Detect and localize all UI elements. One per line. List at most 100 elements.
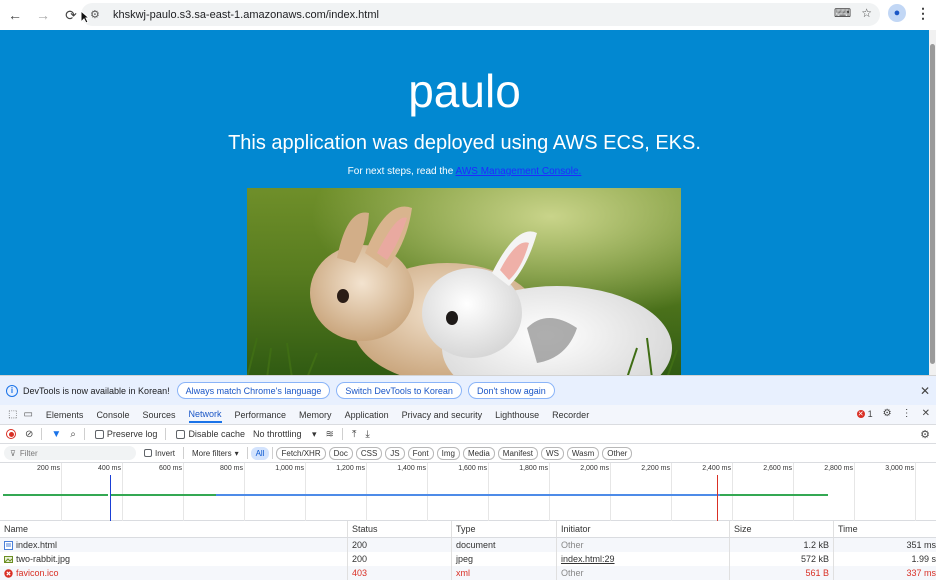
filter-chip-all[interactable]: All bbox=[250, 446, 270, 460]
tab-recorder[interactable]: Recorder bbox=[552, 410, 589, 420]
device-toolbar-icon[interactable]: ▭ bbox=[23, 409, 32, 420]
filter-chip-other[interactable]: Other bbox=[602, 446, 633, 460]
close-devtools-icon[interactable]: ✕ bbox=[922, 408, 930, 419]
filter-chip-wasm[interactable]: Wasm bbox=[566, 446, 600, 460]
request-type: xml bbox=[452, 566, 557, 580]
aws-console-link[interactable]: AWS Management Console. bbox=[456, 166, 582, 177]
tab-privacy-security[interactable]: Privacy and security bbox=[402, 410, 483, 420]
request-time: 337 ms bbox=[906, 568, 936, 578]
table-row[interactable]: index.html 200 document Other 1.2 kB 351… bbox=[0, 538, 936, 552]
network-settings-icon[interactable]: ⚙ bbox=[920, 428, 930, 441]
request-initiator[interactable]: index.html:29 bbox=[557, 552, 730, 566]
col-header-status[interactable]: Status bbox=[348, 521, 452, 537]
request-name-cell[interactable]: favicon.ico bbox=[0, 566, 348, 580]
filter-chip-font[interactable]: Font bbox=[407, 446, 434, 460]
network-conditions-icon[interactable]: ≋ bbox=[326, 429, 334, 440]
filter-chip-ws[interactable]: WS bbox=[541, 446, 564, 460]
filter-chip-fetch-xhr[interactable]: Fetch/XHR bbox=[276, 446, 326, 460]
request-name-cell[interactable]: index.html bbox=[0, 538, 348, 552]
profile-avatar-icon[interactable]: ● bbox=[888, 4, 906, 22]
dom-content-loaded-line bbox=[110, 475, 111, 521]
initiator-link[interactable]: index.html:29 bbox=[561, 554, 615, 564]
tab-network[interactable]: Network bbox=[188, 409, 222, 423]
clear-icon[interactable]: ⊘ bbox=[25, 429, 33, 440]
devtools-menu-icon[interactable]: ⋮ bbox=[902, 408, 912, 419]
throttling-select[interactable]: No throttling ▾ bbox=[253, 429, 317, 440]
tab-lighthouse[interactable]: Lighthouse bbox=[495, 410, 539, 420]
invert-checkbox[interactable]: Invert bbox=[144, 449, 175, 458]
divider bbox=[165, 428, 167, 440]
next-steps-prefix: For next steps, read the bbox=[347, 166, 456, 177]
col-header-type[interactable]: Type bbox=[452, 521, 557, 537]
checkbox-box[interactable] bbox=[144, 449, 152, 457]
filter-chip-manifest[interactable]: Manifest bbox=[497, 446, 539, 460]
request-name-cell[interactable]: two-rabbit.jpg bbox=[0, 552, 348, 566]
page-scrollbar-thumb[interactable] bbox=[930, 44, 935, 364]
divider bbox=[41, 428, 43, 440]
address-url[interactable]: khskwj-paulo.s3.sa-east-1.amazonaws.com/… bbox=[113, 9, 379, 21]
back-arrow-icon[interactable]: ← bbox=[4, 4, 26, 26]
request-initiator: Other bbox=[557, 566, 730, 580]
forward-arrow-icon[interactable]: → bbox=[32, 4, 54, 26]
tab-performance[interactable]: Performance bbox=[235, 410, 287, 420]
browser-menu-icon[interactable]: ⋮ bbox=[916, 5, 930, 22]
filter-chip-img[interactable]: Img bbox=[436, 446, 460, 460]
error-count: 1 bbox=[867, 408, 873, 419]
table-row[interactable]: two-rabbit.jpg 200 jpeg index.html:29 57… bbox=[0, 552, 936, 566]
table-row[interactable]: favicon.ico 403 xml Other 561 B 337 ms bbox=[0, 566, 936, 580]
col-header-initiator[interactable]: Initiator bbox=[557, 521, 730, 537]
request-status: 200 bbox=[348, 538, 452, 552]
filter-placeholder: Filter bbox=[19, 448, 38, 458]
filter-funnel-icon[interactable]: ▼ bbox=[51, 429, 61, 440]
disable-cache-checkbox[interactable]: Disable cache bbox=[176, 429, 245, 439]
filter-chip-media[interactable]: Media bbox=[463, 446, 495, 460]
checkbox-box[interactable] bbox=[176, 429, 186, 439]
record-icon[interactable] bbox=[6, 429, 16, 439]
preserve-log-checkbox[interactable]: Preserve log bbox=[94, 429, 157, 439]
tab-application[interactable]: Application bbox=[345, 410, 389, 420]
page-title: paulo bbox=[408, 65, 521, 117]
network-request-table: Name Status Type Initiator Size Time ind… bbox=[0, 521, 936, 580]
tab-memory[interactable]: Memory bbox=[299, 410, 332, 420]
more-filters-dropdown[interactable]: More filters ▾ bbox=[192, 449, 239, 458]
tab-sources[interactable]: Sources bbox=[142, 410, 175, 420]
site-info-icon[interactable]: ⚙ bbox=[90, 8, 106, 21]
col-header-size[interactable]: Size bbox=[730, 521, 834, 537]
col-header-time[interactable]: Time bbox=[834, 521, 936, 537]
error-counter[interactable]: ✕ 1 bbox=[856, 408, 873, 419]
image-file-icon bbox=[4, 555, 13, 563]
request-name: two-rabbit.jpg bbox=[16, 554, 71, 564]
network-controls: ⊘ ▼ ⌕ Preserve log Disable cache No thro… bbox=[0, 425, 936, 444]
more-filters-label: More filters bbox=[192, 448, 232, 458]
request-name: favicon.ico bbox=[16, 568, 59, 578]
checkbox-box[interactable] bbox=[94, 429, 104, 439]
filter-input[interactable]: ⊽ Filter bbox=[4, 446, 136, 460]
reload-icon[interactable]: ⟳ bbox=[60, 4, 82, 26]
page-viewport: paulo This application was deployed usin… bbox=[0, 30, 929, 375]
bookmark-star-icon[interactable]: ☆ bbox=[861, 6, 872, 20]
always-match-language-button[interactable]: Always match Chrome's language bbox=[176, 382, 331, 399]
address-bar[interactable]: ⚙ khskwj-paulo.s3.sa-east-1.amazonaws.co… bbox=[81, 3, 880, 26]
tab-console[interactable]: Console bbox=[96, 410, 129, 420]
filter-chip-doc[interactable]: Doc bbox=[328, 446, 353, 460]
dropdown-arrow-icon: ▾ bbox=[234, 448, 239, 458]
filter-chip-js[interactable]: JS bbox=[385, 446, 405, 460]
timeline-tick: 600 ms bbox=[159, 465, 182, 472]
tab-elements[interactable]: Elements bbox=[46, 410, 84, 420]
page-scrollbar[interactable] bbox=[929, 30, 936, 375]
translate-icon[interactable]: ⌨ bbox=[834, 6, 851, 20]
network-overview-timeline[interactable]: 200 ms 400 ms 600 ms 800 ms 1,000 ms 1,2… bbox=[0, 463, 936, 521]
divider bbox=[246, 447, 248, 459]
import-har-icon[interactable]: ⤒ bbox=[352, 429, 356, 440]
search-icon[interactable]: ⌕ bbox=[70, 429, 76, 440]
filter-chip-css[interactable]: CSS bbox=[355, 446, 383, 460]
close-infobar-icon[interactable]: ✕ bbox=[920, 384, 930, 398]
devtools-settings-icon[interactable]: ⚙ bbox=[883, 408, 892, 419]
dont-show-again-button[interactable]: Don't show again bbox=[467, 382, 555, 399]
language-infobar: i DevTools is now available in Korean! A… bbox=[0, 376, 936, 405]
export-har-icon[interactable]: ⤓ bbox=[365, 429, 369, 440]
col-header-name[interactable]: Name bbox=[0, 521, 348, 537]
switch-to-korean-button[interactable]: Switch DevTools to Korean bbox=[336, 382, 462, 399]
inspect-element-icon[interactable]: ⬚ bbox=[8, 409, 17, 420]
devtools-panel: i DevTools is now available in Korean! A… bbox=[0, 375, 936, 585]
